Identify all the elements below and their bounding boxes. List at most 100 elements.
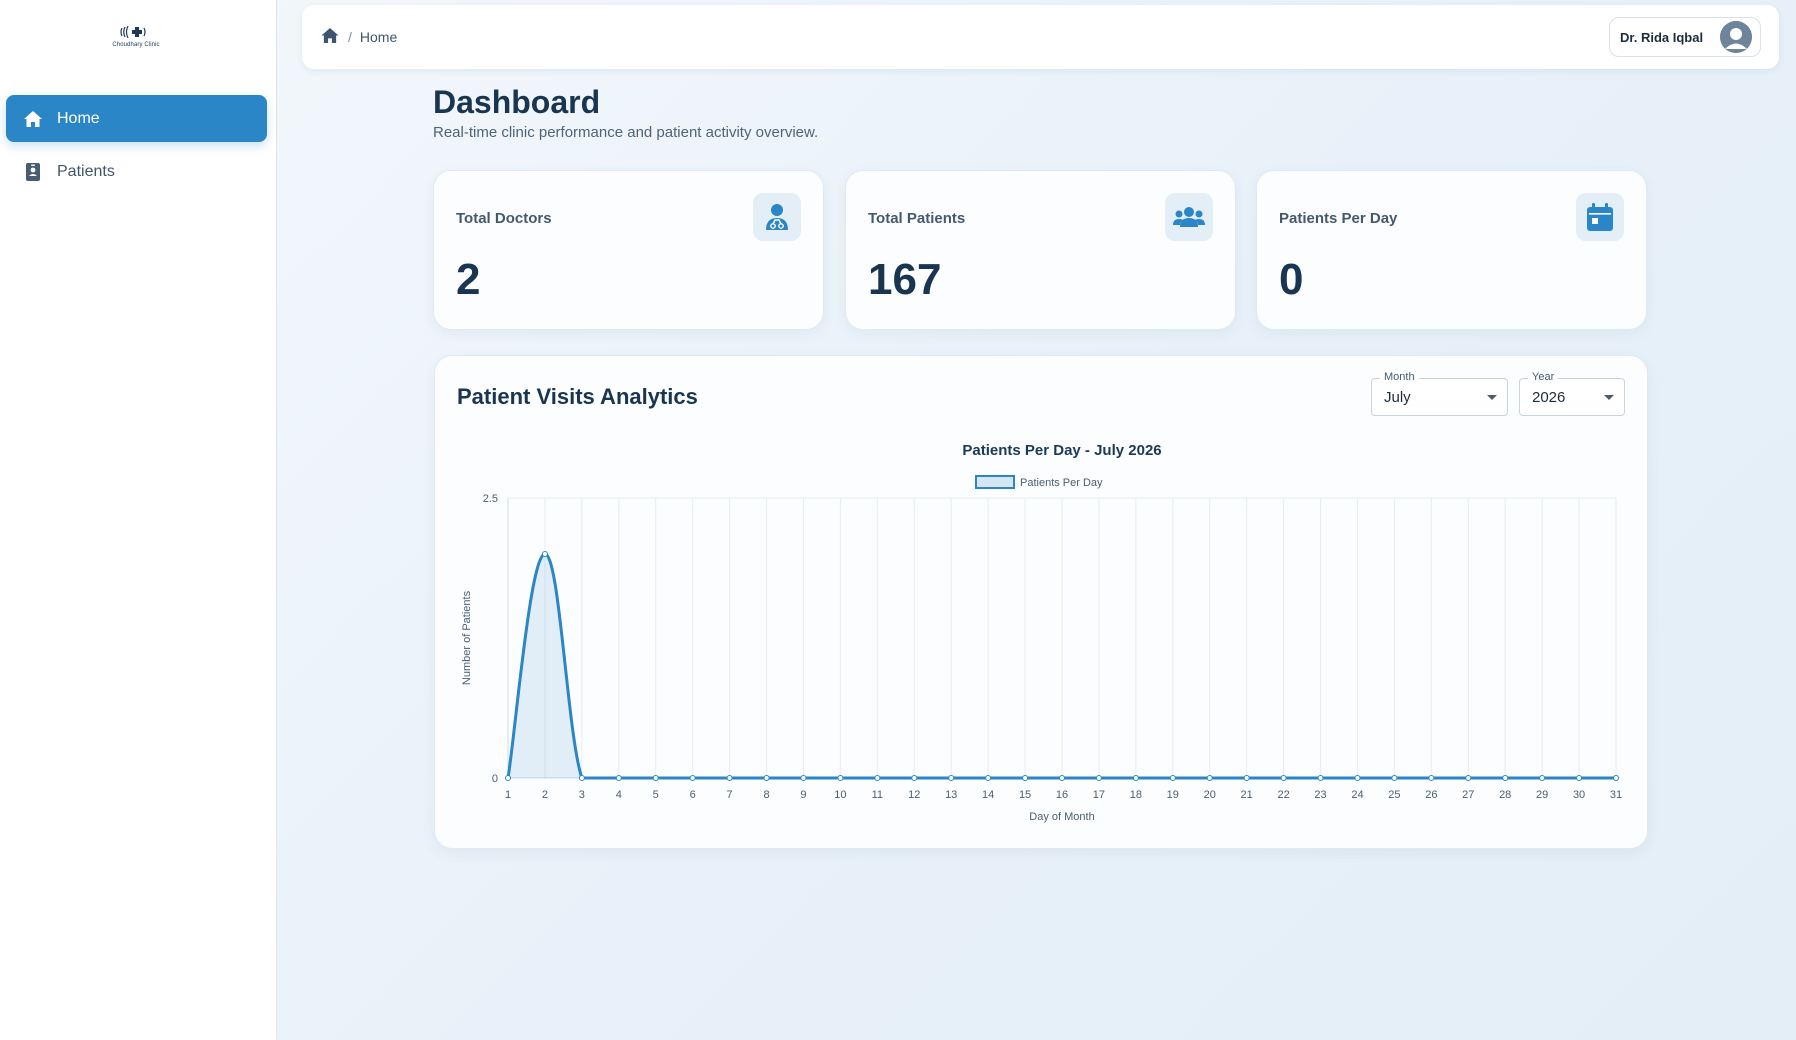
y-tick-label: 2.5	[483, 493, 498, 505]
data-point	[1539, 775, 1546, 781]
data-point	[837, 775, 844, 781]
x-tick-label: 25	[1388, 789, 1400, 801]
sidebar-item-patients[interactable]: Patients	[6, 148, 267, 195]
data-point	[911, 775, 918, 781]
users-icon	[1165, 193, 1213, 241]
breadcrumb-separator: /	[348, 29, 352, 45]
legend-swatch	[975, 475, 1015, 489]
data-point	[1317, 775, 1324, 781]
data-point	[874, 775, 881, 781]
stat-label: Total Doctors	[456, 210, 552, 227]
data-point	[1243, 775, 1250, 781]
x-tick-label: 15	[1019, 789, 1031, 801]
user-doctor-icon	[753, 193, 801, 241]
x-axis-label: Day of Month	[1029, 811, 1094, 823]
data-point	[948, 775, 955, 781]
chart-title: Patients Per Day - July 2026	[962, 442, 1161, 459]
legend-label: Patients Per Day	[1020, 477, 1103, 489]
x-tick-label: 31	[1610, 789, 1622, 801]
x-tick-label: 26	[1425, 789, 1437, 801]
patients-per-day-chart: Patients Per Day - July 2026 Patients Per…	[461, 442, 1622, 823]
x-tick-label: 30	[1573, 789, 1585, 801]
analytics-card: Patient Visits Analytics Month July Year…	[434, 355, 1648, 849]
user-menu-button[interactable]: Dr. Rida Iqbal	[1609, 17, 1761, 57]
sidebar-item-label: Patients	[57, 162, 115, 180]
stat-label: Total Patients	[868, 210, 966, 227]
x-tick-label: 6	[690, 789, 696, 801]
stat-card-patients-per-day: Patients Per Day 0	[1256, 170, 1647, 330]
data-point	[1132, 775, 1139, 781]
data-point	[1502, 775, 1509, 781]
x-tick-label: 21	[1241, 789, 1253, 801]
stat-label: Patients Per Day	[1279, 210, 1398, 227]
stat-card-total-doctors: Total Doctors 2	[433, 170, 824, 330]
x-tick-label: 10	[834, 789, 846, 801]
breadcrumb: / Home	[320, 27, 397, 47]
x-tick-label: 9	[800, 789, 806, 801]
id-badge-icon	[22, 161, 44, 183]
data-point	[800, 775, 807, 781]
data-point	[615, 775, 622, 781]
data-point	[1428, 775, 1435, 781]
page-subtitle: Real-time clinic performance and patient…	[433, 124, 819, 141]
user-avatar-icon	[1720, 21, 1752, 53]
x-tick-label: 7	[727, 789, 733, 801]
calendar-icon	[1576, 193, 1624, 241]
data-point	[726, 775, 733, 781]
stat-value: 167	[868, 255, 942, 304]
avatar	[1720, 21, 1752, 53]
data-point	[1613, 775, 1619, 781]
x-tick-label: 1	[505, 789, 511, 801]
logo-text: Choudhary Clinic	[112, 42, 160, 48]
x-tick-label: 3	[579, 789, 585, 801]
home-icon	[22, 108, 44, 130]
data-point	[541, 551, 548, 557]
data-point	[578, 775, 585, 781]
stat-value: 2	[456, 255, 481, 304]
stat-card-total-patients: Total Patients 167	[845, 170, 1236, 330]
x-tick-label: 5	[653, 789, 659, 801]
data-point	[1465, 775, 1472, 781]
x-tick-label: 24	[1351, 789, 1363, 801]
x-tick-label: 28	[1499, 789, 1511, 801]
sidebar-item-home[interactable]: Home	[6, 95, 267, 142]
x-tick-label: 16	[1056, 789, 1068, 801]
x-tick-label: 18	[1130, 789, 1142, 801]
clinic-logo[interactable]: Choudhary Clinic	[100, 16, 172, 56]
data-point	[689, 775, 696, 781]
home-icon[interactable]	[320, 27, 340, 47]
x-tick-label: 27	[1462, 789, 1474, 801]
x-tick-label: 23	[1314, 789, 1326, 801]
data-point	[1576, 775, 1583, 781]
top-bar: / Home Dr. Rida Iqbal	[302, 5, 1779, 69]
x-tick-label: 2	[542, 789, 548, 801]
breadcrumb-current: Home	[359, 29, 398, 45]
page-title: Dashboard	[433, 84, 601, 120]
sidebar: Choudhary Clinic Home Patients	[0, 0, 277, 1040]
data-point	[1206, 775, 1213, 781]
data-point	[1391, 775, 1398, 781]
y-tick-label: 0	[492, 773, 498, 785]
x-tick-label: 13	[945, 789, 957, 801]
data-point	[763, 775, 770, 781]
data-point	[652, 775, 659, 781]
x-tick-label: 11	[872, 789, 883, 801]
x-tick-label: 8	[763, 789, 769, 801]
sidebar-item-label: Home	[57, 109, 100, 127]
x-tick-label: 14	[982, 789, 994, 801]
y-axis-label: Number of Patients	[461, 590, 473, 685]
data-point	[985, 775, 992, 781]
data-point	[1022, 775, 1029, 781]
stat-value: 0	[1279, 255, 1304, 304]
data-point	[1169, 775, 1176, 781]
data-point	[505, 775, 511, 781]
x-tick-label: 22	[1277, 789, 1289, 801]
x-tick-label: 20	[1204, 789, 1216, 801]
x-tick-label: 12	[908, 789, 920, 801]
x-tick-label: 29	[1536, 789, 1548, 801]
x-tick-label: 19	[1167, 789, 1179, 801]
x-tick-label: 4	[616, 789, 622, 801]
data-point	[1354, 775, 1361, 781]
x-tick-label: 17	[1093, 789, 1105, 801]
data-point	[1095, 775, 1102, 781]
